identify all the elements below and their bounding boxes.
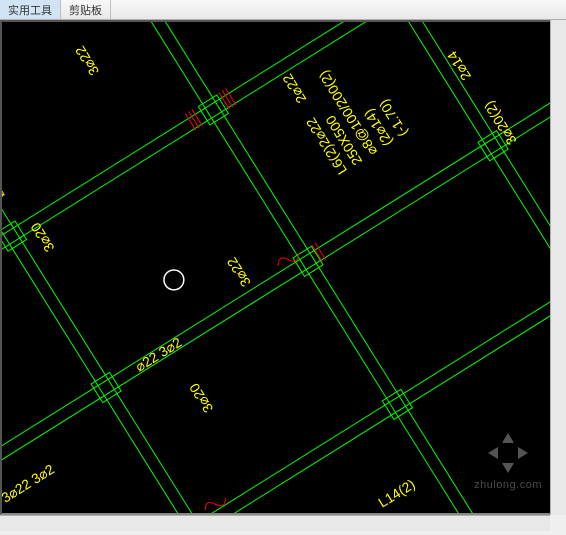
- anno-9: 3⌀22 3⌀2: [2, 461, 57, 506]
- anno-1: 3⌀22: [72, 43, 102, 78]
- anno-top-corner: ⌀7): [2, 176, 8, 202]
- anno-3: 3⌀22: [223, 254, 253, 289]
- cursor-ring: [164, 270, 184, 290]
- anno-10: L14(2): [375, 476, 417, 511]
- anno-4: 3⌀20: [186, 380, 216, 415]
- cad-drawing: 3⌀22 3⌀20 3⌀22 3⌀20 2⌀22 2⌀14 3⌀20(2) ⌀2…: [2, 22, 564, 513]
- anno-8: ⌀22 3⌀2: [132, 334, 184, 375]
- anno-2: 3⌀20: [27, 220, 57, 255]
- cad-canvas[interactable]: 3⌀22 3⌀20 3⌀22 3⌀20 2⌀22 2⌀14 3⌀20(2) ⌀2…: [2, 22, 564, 513]
- toolbar-tools[interactable]: 实用工具: [0, 0, 61, 19]
- scrollbar-vertical[interactable]: [550, 20, 566, 515]
- anno-5: 2⌀22: [279, 71, 309, 106]
- scrollbar-horizontal[interactable]: [0, 515, 550, 531]
- anno-6: 2⌀14: [444, 48, 474, 83]
- canvas-frame: 3⌀22 3⌀20 3⌀22 3⌀20 2⌀22 2⌀14 3⌀20(2) ⌀2…: [0, 20, 566, 515]
- toolbar: 实用工具 剪贴板: [0, 0, 566, 20]
- toolbar-clipboard[interactable]: 剪贴板: [61, 0, 111, 19]
